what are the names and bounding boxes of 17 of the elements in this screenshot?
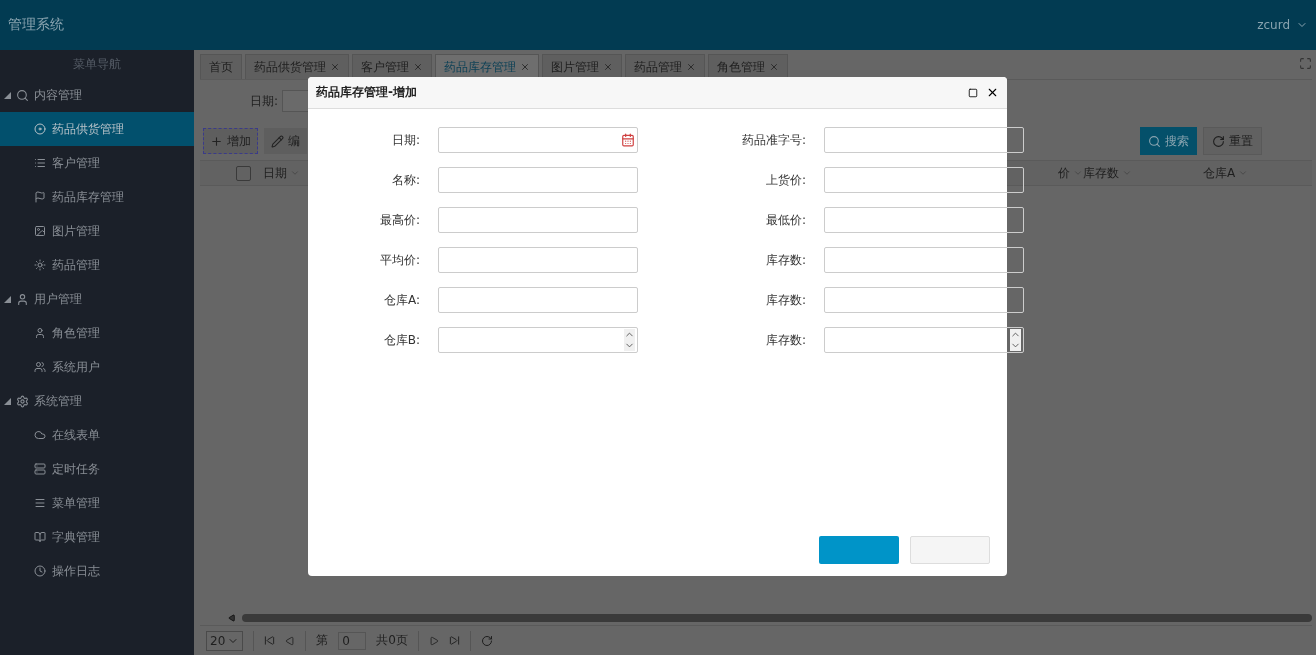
field-label: 库存数:: [764, 331, 806, 349]
filter-label: 日期:: [250, 92, 279, 110]
dialog-title: 药品库存管理-增加: [316, 84, 418, 101]
field-label: 日期:: [390, 131, 420, 149]
field-label: 上货价:: [764, 171, 806, 189]
field-label: 库存数:: [764, 291, 806, 309]
field-label: 仓库B:: [382, 331, 420, 349]
field-label: 最高价:: [378, 211, 420, 229]
field-label: 最低价:: [764, 211, 806, 229]
field-label: 库存数:: [764, 251, 806, 269]
field-label: 平均价:: [378, 251, 420, 269]
page-total: 共0页: [376, 632, 408, 649]
app-title: 管理系统: [8, 16, 64, 34]
page-label: 第: [316, 632, 329, 649]
field-label: 仓库A:: [382, 291, 420, 309]
field-label: 药品准字号:: [740, 131, 806, 149]
field-label: 名称:: [390, 171, 420, 189]
